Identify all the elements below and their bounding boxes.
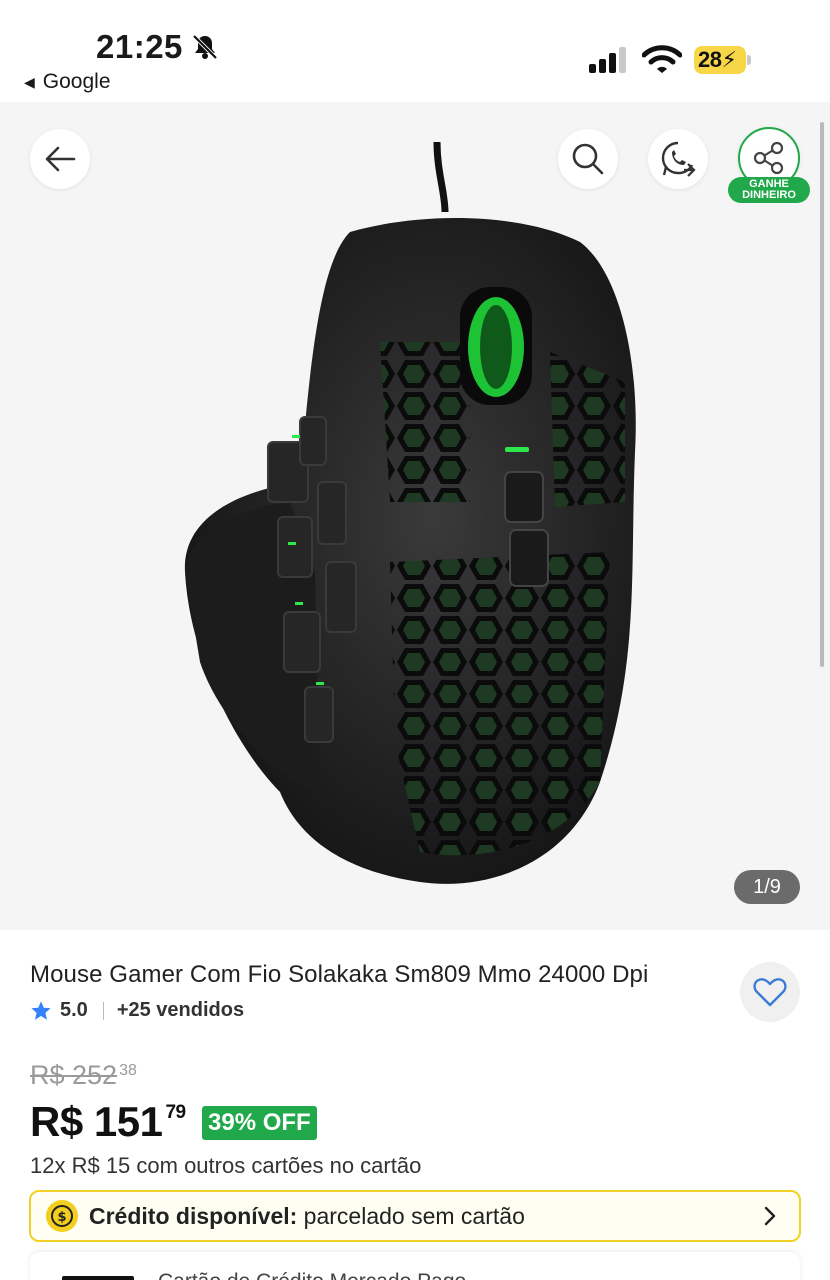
image-counter: 1/9 xyxy=(734,870,800,904)
back-button[interactable] xyxy=(30,129,90,189)
credit-description: parcelado sem cartão xyxy=(297,1202,525,1229)
sold-count: +25 vendidos xyxy=(116,999,245,1021)
chevron-right-icon xyxy=(764,1206,776,1226)
rating-row[interactable]: 5.0 +25 vendidos xyxy=(30,999,244,1022)
card-logo xyxy=(62,1276,134,1280)
back-triangle-icon: ◀ xyxy=(24,73,35,90)
current-price-cents: 79 xyxy=(165,1102,186,1123)
credit-text: Crédito disponível: parcelado sem cartão xyxy=(89,1203,525,1230)
rating-score: 5.0 xyxy=(60,999,88,1021)
battery-indicator: 28⚡ xyxy=(694,46,752,74)
credit-available-banner[interactable]: $ Crédito disponível: parcelado sem cart… xyxy=(29,1190,801,1242)
star-icon xyxy=(31,1000,51,1020)
charging-bolt-icon: ⚡ xyxy=(721,47,737,72)
current-price-int: R$ 151 xyxy=(30,1098,163,1145)
cellular-signal-icon xyxy=(589,47,626,73)
wifi-icon xyxy=(642,45,682,73)
heart-icon xyxy=(753,978,787,1007)
status-time: 21:25 xyxy=(96,28,183,65)
earn-money-badge[interactable]: GANHE DINHEIRO xyxy=(728,177,810,203)
product-gallery[interactable]: GANHE DINHEIRO 1/9 xyxy=(0,102,830,930)
back-app-label: Google xyxy=(42,70,111,93)
search-button[interactable] xyxy=(558,129,618,189)
arrow-left-icon xyxy=(45,146,76,172)
current-price: R$ 151 79 xyxy=(30,1098,186,1146)
share-icon xyxy=(753,141,784,175)
original-price: R$ 252 38 xyxy=(30,1060,137,1091)
installments-text: 12x R$ 15 com outros cartões no cartão xyxy=(30,1153,422,1178)
coin-icon: $ xyxy=(46,1200,78,1232)
whatsapp-share-button[interactable] xyxy=(648,129,708,189)
search-icon xyxy=(572,143,604,175)
battery-cap xyxy=(747,55,751,65)
credit-label: Crédito disponível: xyxy=(89,1202,298,1229)
product-image[interactable] xyxy=(0,102,830,930)
back-to-app-link[interactable]: ◀ Google xyxy=(24,70,111,94)
card-offer-title: Cartão de Crédito Mercado Pago xyxy=(158,1270,466,1280)
bell-muted-icon xyxy=(192,34,218,60)
whatsapp-icon xyxy=(661,141,696,177)
credit-card-offer-card[interactable]: Cartão de Crédito Mercado Pago xyxy=(30,1252,800,1280)
favorite-button[interactable] xyxy=(740,962,800,1022)
status-bar: 21:25 ◀ Google 28⚡ xyxy=(0,0,830,102)
svg-text:$: $ xyxy=(57,1210,66,1225)
divider xyxy=(102,1001,104,1020)
original-price-cents: 38 xyxy=(119,1062,137,1079)
battery-level: 28⚡ xyxy=(698,47,737,72)
scrollbar[interactable] xyxy=(820,122,824,667)
original-price-int: R$ 252 xyxy=(30,1060,118,1090)
product-title: Mouse Gamer Com Fio Solakaka Sm809 Mmo 2… xyxy=(30,961,649,988)
discount-badge: 39% OFF xyxy=(202,1106,317,1140)
